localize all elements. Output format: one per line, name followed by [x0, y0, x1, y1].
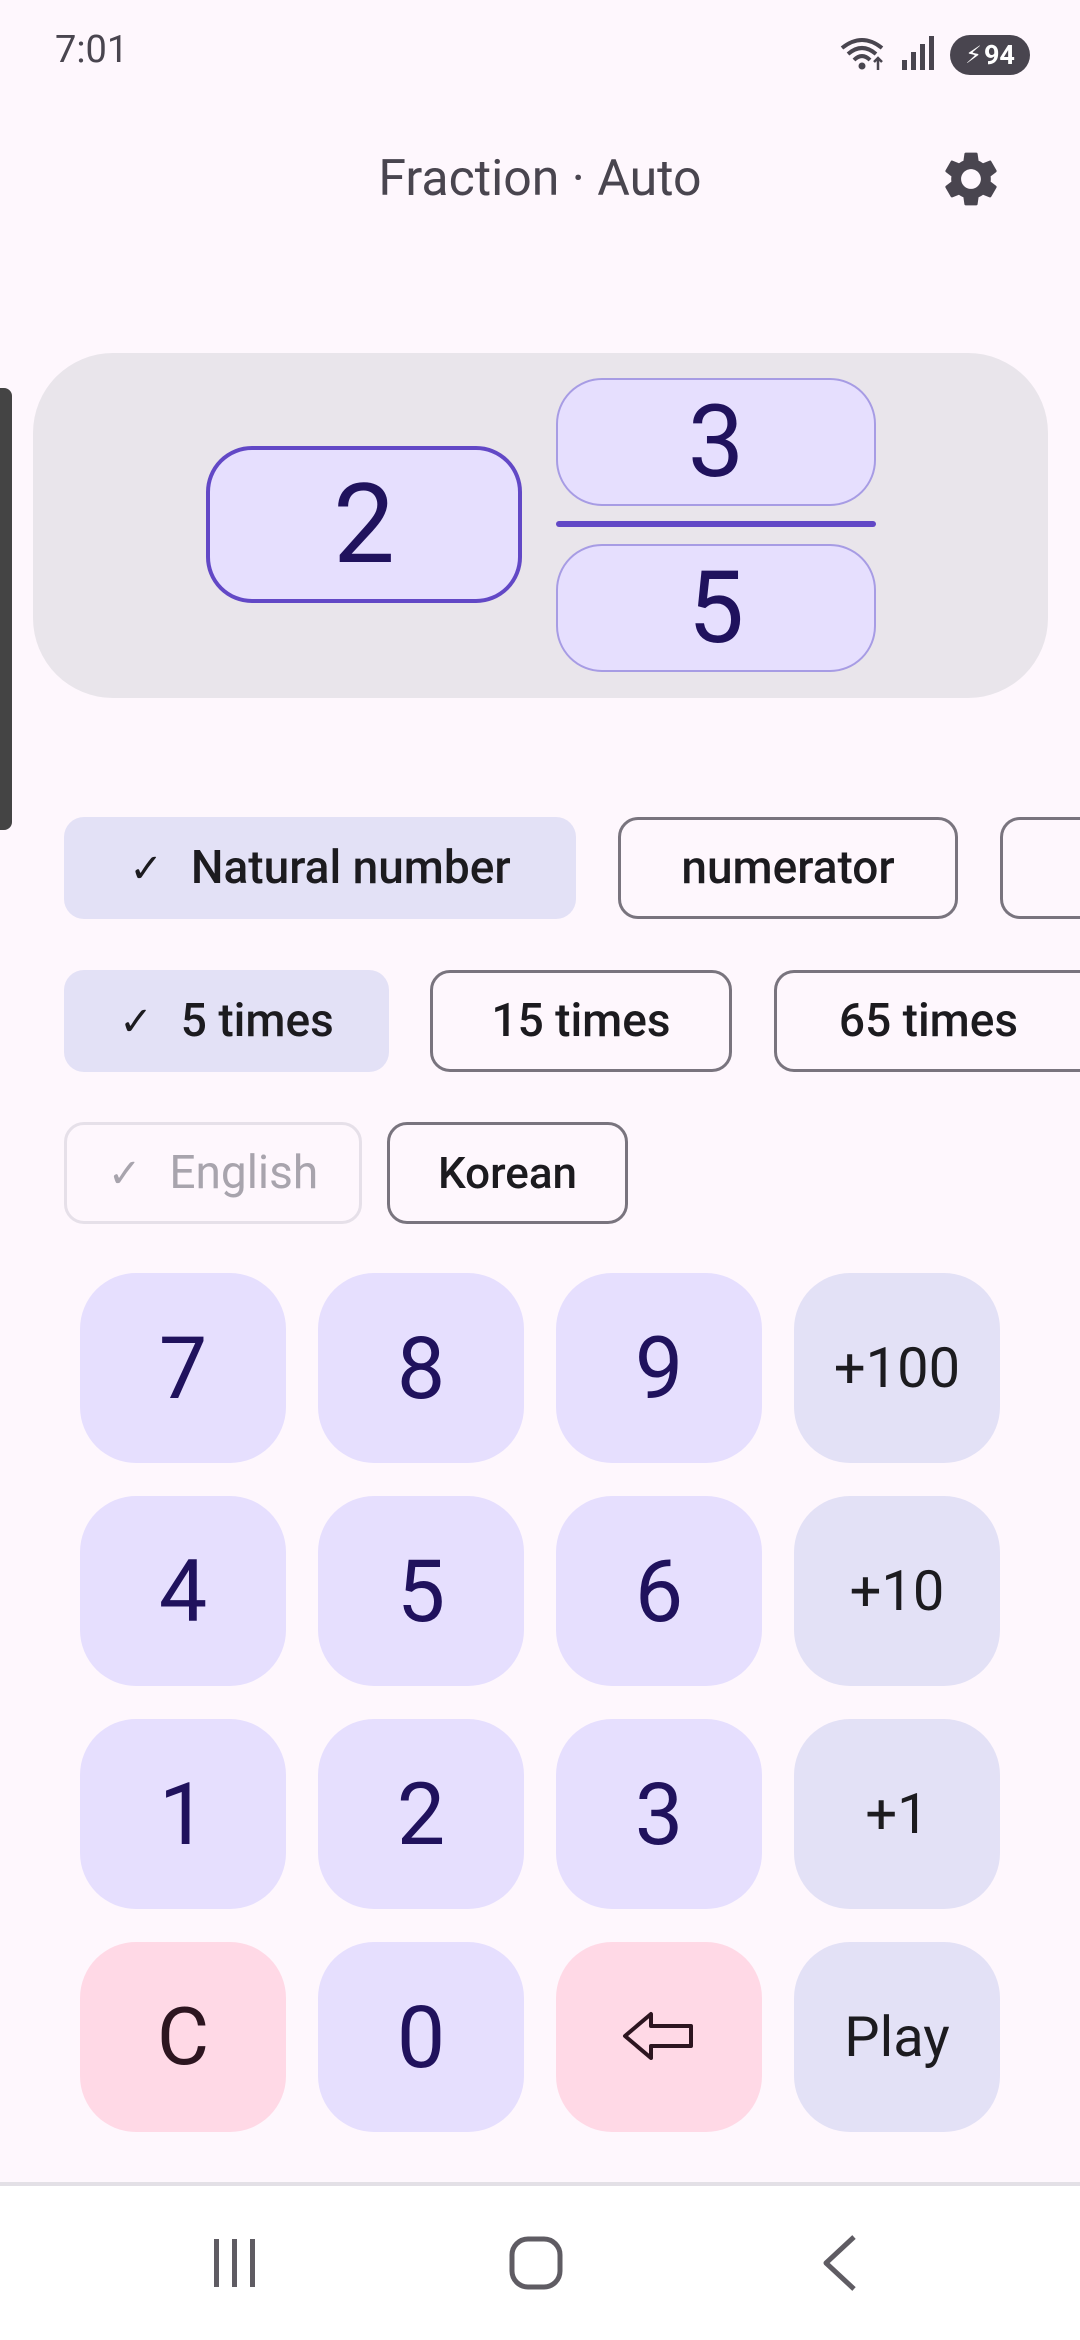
bolt-icon: ⚡	[965, 41, 982, 69]
settings-button[interactable]	[935, 145, 1007, 217]
check-icon: ✓	[119, 997, 153, 1045]
chip-numerator[interactable]: numerator	[618, 817, 958, 919]
denominator-field[interactable]: 5	[556, 544, 876, 672]
home-icon	[508, 2235, 564, 2295]
chip-partial[interactable]	[1000, 817, 1080, 919]
status-time: 7:01	[55, 28, 129, 72]
chip-15-times[interactable]: 15 times	[430, 970, 732, 1072]
chip-label: 65 times	[838, 994, 1019, 1048]
chip-natural-number[interactable]: ✓ Natural number	[64, 817, 576, 919]
chip-5-times[interactable]: ✓ 5 times	[64, 970, 389, 1072]
chip-korean[interactable]: Korean	[387, 1122, 628, 1224]
key-2[interactable]: 2	[318, 1719, 524, 1909]
whole-number-field[interactable]: 2	[206, 446, 522, 603]
chip-label: Korean	[437, 1147, 578, 1199]
key-5[interactable]: 5	[318, 1496, 524, 1686]
key-3[interactable]: 3	[556, 1719, 762, 1909]
signal-icon	[900, 34, 936, 76]
chip-65-times[interactable]: 65 times	[774, 970, 1080, 1072]
key-9[interactable]: 9	[556, 1273, 762, 1463]
chip-english[interactable]: ✓ English	[64, 1122, 362, 1224]
numerator-field[interactable]: 3	[556, 378, 876, 506]
back-button[interactable]	[780, 2230, 900, 2300]
fraction-display	[33, 353, 1048, 698]
recent-apps-button[interactable]	[175, 2230, 295, 2300]
key-8[interactable]: 8	[318, 1273, 524, 1463]
key-plus-100[interactable]: +100	[794, 1273, 1000, 1463]
page-title: Fraction · Auto	[378, 150, 702, 208]
wifi-icon	[838, 34, 886, 76]
clear-button[interactable]: C	[80, 1942, 286, 2132]
key-4[interactable]: 4	[80, 1496, 286, 1686]
status-icons: ⚡ 94	[838, 30, 1030, 80]
gear-icon	[938, 146, 1004, 216]
backspace-button[interactable]	[556, 1942, 762, 2132]
backspace-arrow-icon	[619, 1990, 699, 2084]
key-6[interactable]: 6	[556, 1496, 762, 1686]
back-chevron-icon	[820, 2233, 860, 2297]
check-icon: ✓	[107, 1149, 142, 1197]
chip-label: numerator	[681, 841, 895, 895]
battery-indicator: ⚡ 94	[950, 35, 1030, 75]
check-icon: ✓	[129, 844, 163, 892]
chip-label: 5 times	[180, 994, 334, 1048]
chip-label: Natural number	[190, 841, 511, 895]
key-0[interactable]: 0	[318, 1942, 524, 2132]
key-7[interactable]: 7	[80, 1273, 286, 1463]
fraction-bar	[556, 521, 876, 527]
recents-icon	[210, 2235, 260, 2295]
key-plus-1[interactable]: +1	[794, 1719, 1000, 1909]
key-1[interactable]: 1	[80, 1719, 286, 1909]
home-button[interactable]	[476, 2230, 596, 2300]
play-button[interactable]: Play	[794, 1942, 1000, 2132]
chip-label: 15 times	[491, 994, 671, 1048]
edge-panel-handle[interactable]	[0, 388, 12, 830]
key-plus-10[interactable]: +10	[794, 1496, 1000, 1686]
chip-label: English	[169, 1146, 319, 1200]
battery-level: 94	[983, 39, 1015, 71]
